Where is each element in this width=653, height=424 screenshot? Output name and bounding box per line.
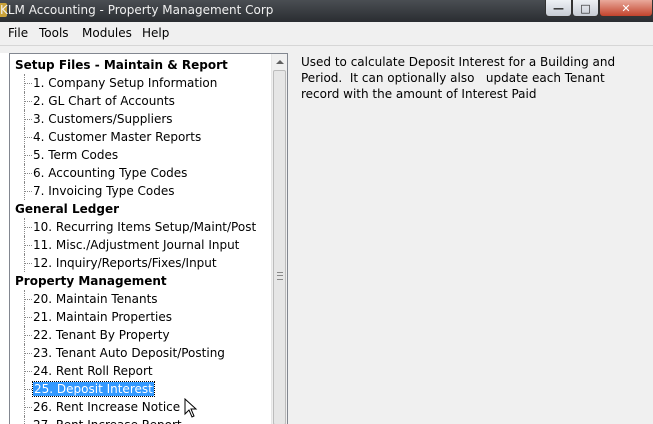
- scroll-grip-icon: [277, 272, 283, 280]
- tree-connector: [24, 101, 32, 102]
- module-description: Used to calculate Deposit Interest for a…: [301, 55, 619, 101]
- menu-tools[interactable]: Tools: [39, 26, 69, 40]
- tree-connector: [24, 245, 32, 246]
- tree-connector: [24, 371, 32, 372]
- tree-item[interactable]: 21. Maintain Properties: [33, 308, 172, 326]
- tree-category-setup-files-maintain-report[interactable]: Setup Files - Maintain & Report: [15, 56, 228, 74]
- tree-item-label: 25. Deposit Interest: [32, 381, 155, 397]
- tree-category-property-management[interactable]: Property Management: [15, 272, 167, 290]
- tree-item-label: 24. Rent Roll Report: [33, 364, 153, 378]
- tree-connector: [24, 398, 25, 416]
- tree-item-label: 20. Maintain Tenants: [33, 292, 158, 306]
- tree-connector: [24, 164, 25, 182]
- tree-item-label: 2. GL Chart of Accounts: [33, 94, 175, 108]
- tree-connector: [24, 236, 25, 254]
- tree-item[interactable]: 25. Deposit Interest: [32, 380, 155, 398]
- tree-connector: [24, 92, 25, 110]
- tree-item-label: 23. Tenant Auto Deposit/Posting: [33, 346, 225, 360]
- description-panel: Used to calculate Deposit Interest for a…: [288, 53, 653, 424]
- tree-item[interactable]: 1. Company Setup Information: [33, 74, 217, 92]
- tree-item-label: 10. Recurring Items Setup/Maint/Post: [33, 220, 257, 234]
- tree-connector: [24, 317, 32, 318]
- tree-connector: [24, 227, 32, 228]
- tree-item[interactable]: 20. Maintain Tenants: [33, 290, 158, 308]
- tree-item-label: 11. Misc./Adjustment Journal Input: [33, 238, 240, 252]
- tree-connector: [24, 344, 25, 362]
- module-tree[interactable]: Setup Files - Maintain & Report 1. Compan…: [9, 53, 288, 424]
- tree-category-general-ledger[interactable]: General Ledger: [15, 200, 119, 218]
- tree-item[interactable]: 22. Tenant By Property: [33, 326, 170, 344]
- tree-item[interactable]: 11. Misc./Adjustment Journal Input: [33, 236, 239, 254]
- tree-connector: [24, 83, 32, 84]
- tree-connector: [24, 299, 32, 300]
- tree-item[interactable]: 10. Recurring Items Setup/Maint/Post: [33, 218, 256, 236]
- tree-connector: [24, 146, 25, 164]
- menu-bar: File Tools Modules Help: [0, 22, 653, 45]
- close-button[interactable]: ✕: [599, 0, 653, 17]
- toolbar-separator: [0, 45, 653, 53]
- mouse-cursor-icon: [184, 398, 198, 418]
- menu-help[interactable]: Help: [142, 26, 169, 40]
- tree-item[interactable]: 26. Rent Increase Notice: [33, 398, 180, 416]
- tree-item-label: 5. Term Codes: [33, 148, 119, 162]
- tree-connector: [24, 407, 32, 408]
- tree-item-label: 26. Rent Increase Notice: [33, 400, 181, 414]
- tree-connector: [24, 74, 25, 92]
- tree-item[interactable]: 3. Customers/Suppliers: [33, 110, 173, 128]
- tree-connector: [24, 110, 25, 128]
- tree-connector: [24, 362, 25, 380]
- tree-item-label: 3. Customers/Suppliers: [33, 112, 173, 126]
- tree-connector: [24, 263, 32, 264]
- tree-connector: [24, 308, 25, 326]
- tree-item[interactable]: 23. Tenant Auto Deposit/Posting: [33, 344, 225, 362]
- tree-connector: [24, 137, 32, 138]
- tree-item[interactable]: 5. Term Codes: [33, 146, 118, 164]
- scroll-up-arrow-icon[interactable]: [276, 60, 284, 64]
- maximize-button[interactable]: □: [572, 0, 599, 17]
- menu-modules[interactable]: Modules: [82, 26, 132, 40]
- title-bar: KLM Accounting - Property Management Cor…: [0, 0, 653, 22]
- tree-item[interactable]: 7. Invoicing Type Codes: [33, 182, 175, 200]
- tree-connector: [24, 353, 32, 354]
- tree-connector: [24, 380, 25, 398]
- tree-item-label: 1. Company Setup Information: [33, 76, 218, 90]
- tree-item-label: 27. Rent Increase Report: [33, 418, 182, 424]
- menu-file[interactable]: File: [8, 26, 28, 40]
- scrollbar-thumb[interactable]: [273, 70, 286, 424]
- tree-connector: [24, 173, 32, 174]
- minimize-button[interactable]: —: [545, 0, 572, 17]
- tree-item-label: 7. Invoicing Type Codes: [33, 184, 175, 198]
- tree-connector: [24, 191, 32, 192]
- tree-connector: [24, 416, 25, 424]
- tree-item[interactable]: 6. Accounting Type Codes: [33, 164, 187, 182]
- window-title: KLM Accounting - Property Management Cor…: [0, 3, 274, 17]
- tree-item[interactable]: 24. Rent Roll Report: [33, 362, 153, 380]
- tree-connector: [24, 290, 25, 308]
- tree-item-label: 22. Tenant By Property: [33, 328, 170, 342]
- tree-item-label: 6. Accounting Type Codes: [33, 166, 188, 180]
- tree-connector: [24, 254, 25, 272]
- tree-connector: [24, 389, 32, 390]
- tree-item[interactable]: 4. Customer Master Reports: [33, 128, 201, 146]
- tree-connector: [24, 326, 25, 344]
- tree-scrollbar[interactable]: [271, 54, 287, 424]
- tree-connector: [24, 335, 32, 336]
- tree-item-label: 4. Customer Master Reports: [33, 130, 202, 144]
- tree-connector: [24, 128, 25, 146]
- tree-connector: [24, 155, 32, 156]
- tree-connector: [24, 119, 32, 120]
- tree-connector: [24, 218, 25, 236]
- tree-connector: [24, 182, 25, 200]
- tree-item[interactable]: 27. Rent Increase Report: [33, 416, 182, 424]
- tree-item[interactable]: 12. Inquiry/Reports/Fixes/Input: [33, 254, 217, 272]
- tree-item-label: 21. Maintain Properties: [33, 310, 173, 324]
- tree-item-label: 12. Inquiry/Reports/Fixes/Input: [33, 256, 217, 270]
- tree-item[interactable]: 2. GL Chart of Accounts: [33, 92, 175, 110]
